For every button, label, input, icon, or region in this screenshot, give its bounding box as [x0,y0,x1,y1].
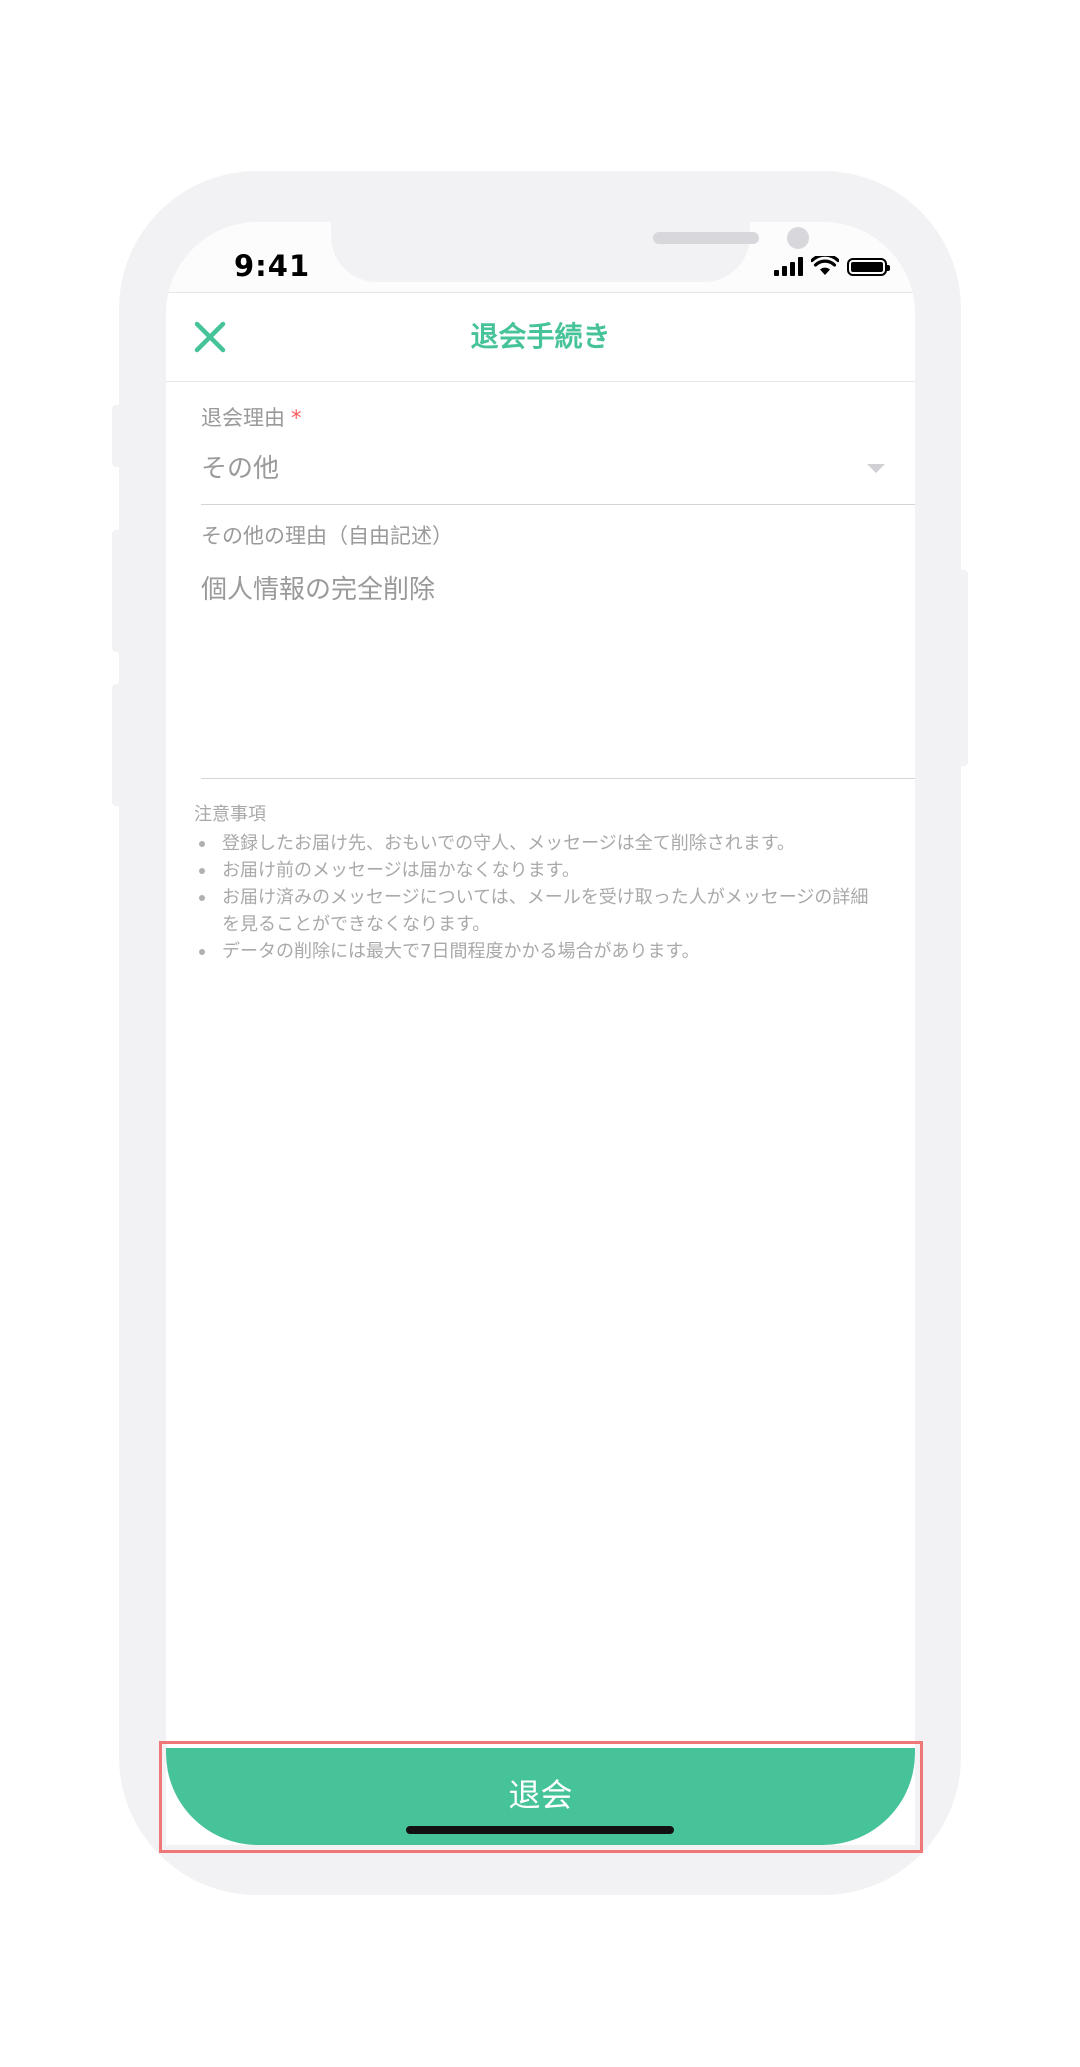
phone-silent-switch [112,405,122,467]
notes-item: お届け済みのメッセージについては、メールを受け取った人がメッセージの詳細を見るこ… [199,884,884,938]
notes-item: お届け前のメッセージは届かなくなります。 [199,857,884,884]
phone-screen: 9:41 退会手続き 退会理由 * その他 その他の理由（自由記述） 個人情報の完… [166,222,915,1845]
wifi-icon [811,256,839,275]
notch [331,222,809,282]
chevron-down-icon [867,464,885,473]
front-camera [787,227,809,249]
phone-volume-up-button [112,530,122,652]
reason-label-text: 退会理由 [201,406,285,430]
phone-volume-down-button [112,684,122,806]
notes-section: 注意事項 登録したお届け先、おもいでの守人、メッセージは全て削除されます。 お届… [194,800,884,965]
cellular-signal-icon [774,256,803,276]
withdraw-button[interactable]: 退会 [166,1748,915,1845]
page-title: 退会手続き [470,320,611,353]
navigation-bar: 退会手続き [166,293,915,382]
reason-select-value: その他 [201,454,280,484]
other-reason-textarea[interactable]: 個人情報の完全削除 [201,549,915,779]
status-icons [774,256,890,276]
notes-item: データの削除には最大で7日間程度かかる場合があります。 [199,938,884,965]
status-bar: 9:41 [166,222,915,293]
other-reason-value: 個人情報の完全削除 [201,575,436,605]
required-mark: * [291,406,302,430]
reason-label: 退会理由 * [201,402,302,432]
speaker-grille [653,232,759,244]
withdraw-button-label: 退会 [508,1776,573,1814]
phone-power-button [958,570,968,766]
notes-title: 注意事項 [194,804,266,825]
status-time: 9:41 [234,249,311,283]
notes-list: 登録したお届け先、おもいでの守人、メッセージは全て削除されます。 お届け前のメッ… [194,830,884,965]
other-reason-label: その他の理由（自由記述） [201,524,453,548]
battery-icon [847,258,890,276]
reason-select[interactable]: その他 [201,440,915,505]
home-indicator [406,1826,674,1834]
notes-item: 登録したお届け先、おもいでの守人、メッセージは全て削除されます。 [199,830,884,857]
